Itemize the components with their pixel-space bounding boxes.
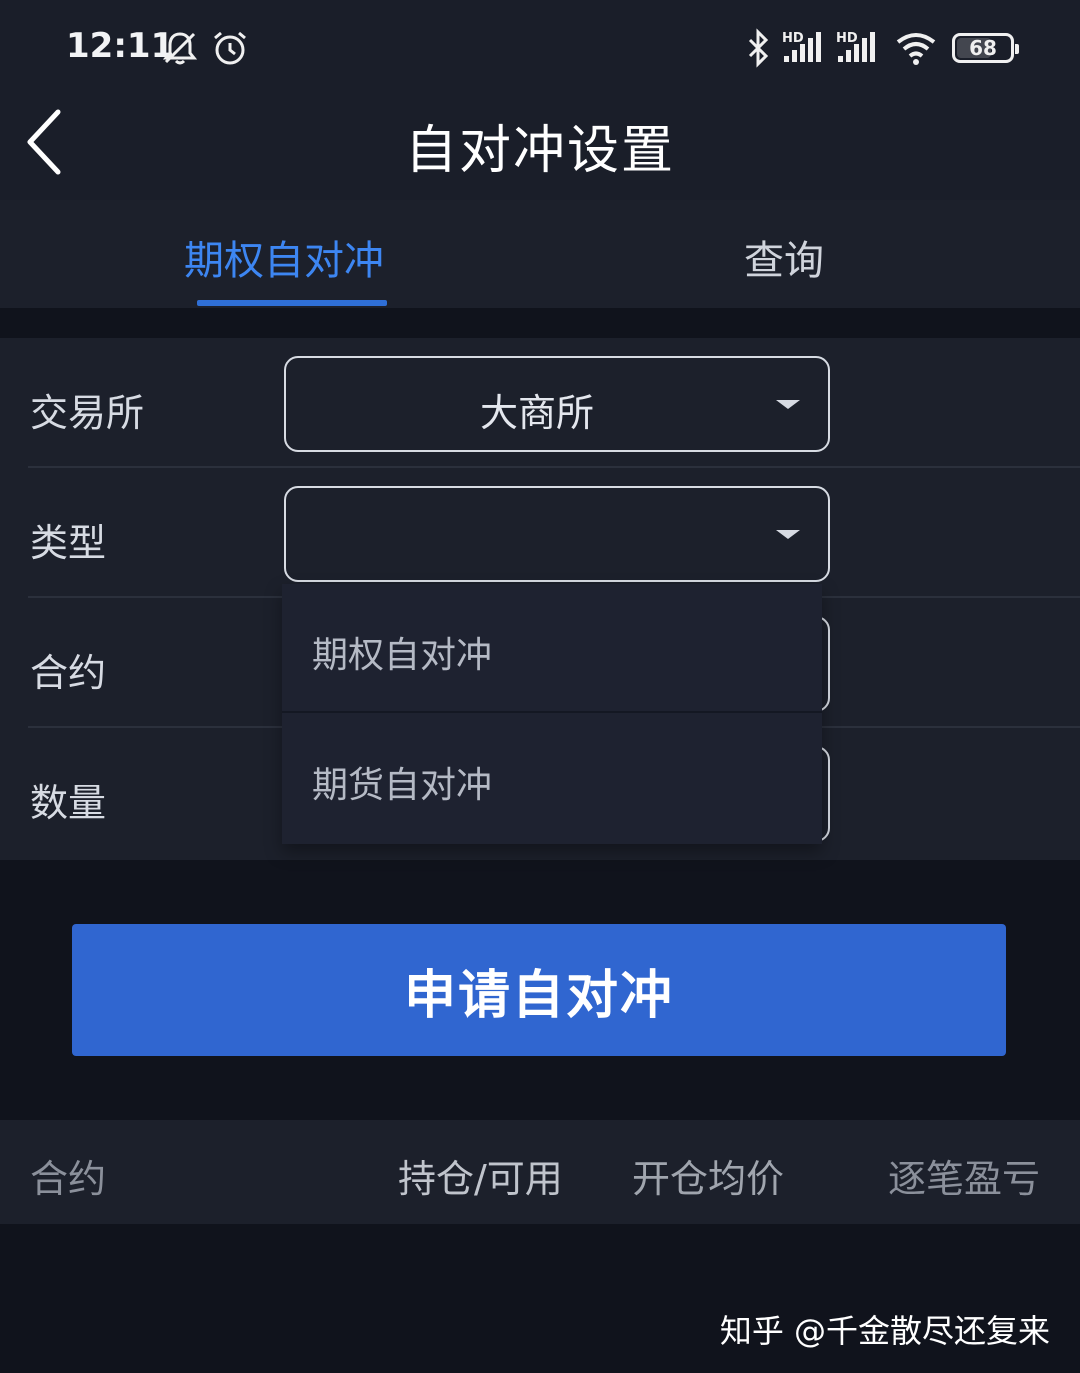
divider — [282, 711, 822, 713]
contract-label: 合约 — [30, 651, 107, 695]
dropdown-option-futures-hedge[interactable]: 期货自对冲 — [282, 714, 822, 844]
dropdown-option-label: 期权自对冲 — [312, 635, 493, 676]
bell-muted-icon — [162, 32, 198, 65]
apply-self-hedge-button[interactable]: 申请自对冲 — [72, 924, 1006, 1056]
type-dropdown-menu: 期权自对冲 期货自对冲 — [282, 584, 822, 844]
exchange-label: 交易所 — [30, 391, 145, 435]
signal-hd-icon: HD — [836, 31, 875, 62]
status-bar: 12:11 HD HD 68 — [0, 0, 1080, 96]
svg-text:HD: HD — [836, 31, 858, 46]
wifi-icon — [896, 33, 936, 65]
tab-bar: 期权自对冲 查询 — [0, 200, 1080, 308]
status-time: 12:11 — [66, 26, 175, 66]
type-label: 类型 — [30, 521, 107, 565]
battery-icon: 68 — [952, 33, 1019, 63]
svg-text:HD: HD — [782, 31, 804, 46]
tab-option-self-hedge[interactable]: 期权自对冲 — [184, 228, 384, 286]
type-select[interactable] — [284, 486, 830, 582]
exchange-row: 交易所 大商所 — [0, 338, 1080, 468]
caret-down-icon — [776, 530, 800, 539]
positions-table-header: 合约 持仓/可用 开仓均价 逐笔盈亏 — [0, 1120, 1080, 1224]
tab-active-indicator — [197, 300, 387, 306]
caret-down-icon — [776, 400, 800, 409]
column-header-pnl: 逐笔盈亏 — [888, 1157, 1041, 1201]
signal-hd-icon: HD — [782, 31, 821, 62]
type-row: 类型 — [0, 468, 1080, 598]
watermark: 知乎 @千金散尽还复来 — [719, 1312, 1050, 1350]
exchange-select[interactable]: 大商所 — [284, 356, 830, 452]
exchange-value: 大商所 — [479, 391, 594, 435]
quantity-label: 数量 — [30, 781, 107, 825]
column-header-contract: 合约 — [30, 1157, 107, 1201]
dropdown-option-option-hedge[interactable]: 期权自对冲 — [282, 584, 822, 714]
dropdown-option-label: 期货自对冲 — [312, 765, 493, 806]
tab-query[interactable]: 查询 — [744, 228, 824, 286]
nav-bar: 自对冲设置 — [0, 96, 1080, 200]
alarm-icon — [214, 31, 246, 65]
column-header-avg-price: 开仓均价 — [632, 1157, 785, 1201]
column-header-position: 持仓/可用 — [398, 1157, 563, 1201]
battery-label: 68 — [969, 36, 997, 60]
page-title: 自对冲设置 — [404, 121, 675, 181]
bluetooth-icon — [748, 28, 769, 68]
